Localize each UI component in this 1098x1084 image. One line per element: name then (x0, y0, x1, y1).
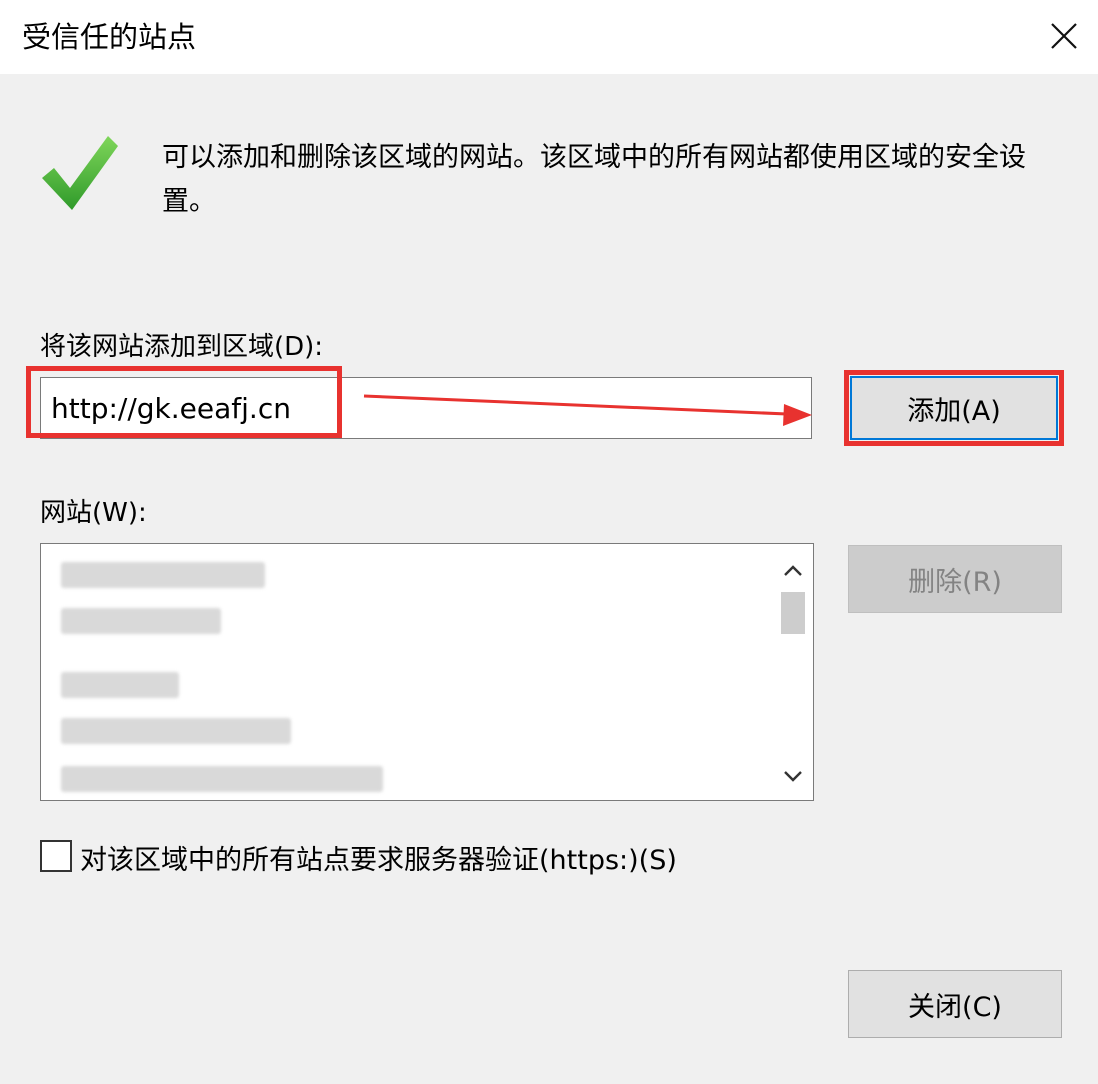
chevron-up-icon (784, 565, 802, 576)
list-item[interactable] (61, 718, 291, 744)
title-bar: 受信任的站点 (0, 0, 1098, 74)
require-https-checkbox[interactable] (40, 840, 72, 872)
red-arrow (363, 394, 812, 426)
description-text: 可以添加和删除该区域的网站。该区域中的所有网站都使用区域的安全设置。 (162, 142, 1026, 217)
chevron-down-icon (784, 771, 802, 782)
add-site-label: 将该网站添加到区域(D): (40, 332, 324, 362)
list-scrollbar[interactable] (773, 544, 813, 800)
require-https-label: 对该区域中的所有站点要求服务器验证(https:)(S) (80, 845, 677, 876)
checkmark-icon (42, 136, 118, 210)
websites-label: 网站(W): (40, 498, 147, 528)
close-icon[interactable] (1040, 12, 1088, 60)
list-item[interactable] (61, 766, 383, 792)
dialog-title: 受信任的站点 (22, 20, 197, 54)
list-item[interactable] (61, 608, 221, 634)
close-button[interactable]: 关闭(C) (848, 970, 1062, 1038)
list-item[interactable] (61, 562, 265, 588)
add-button[interactable]: 添加(A) (850, 376, 1058, 440)
scroll-thumb[interactable] (781, 592, 805, 634)
scroll-down-button[interactable] (773, 754, 813, 798)
list-item[interactable] (61, 672, 179, 698)
websites-list[interactable] (40, 543, 814, 801)
remove-button[interactable]: 删除(R) (848, 545, 1062, 613)
scroll-up-button[interactable] (773, 548, 813, 592)
